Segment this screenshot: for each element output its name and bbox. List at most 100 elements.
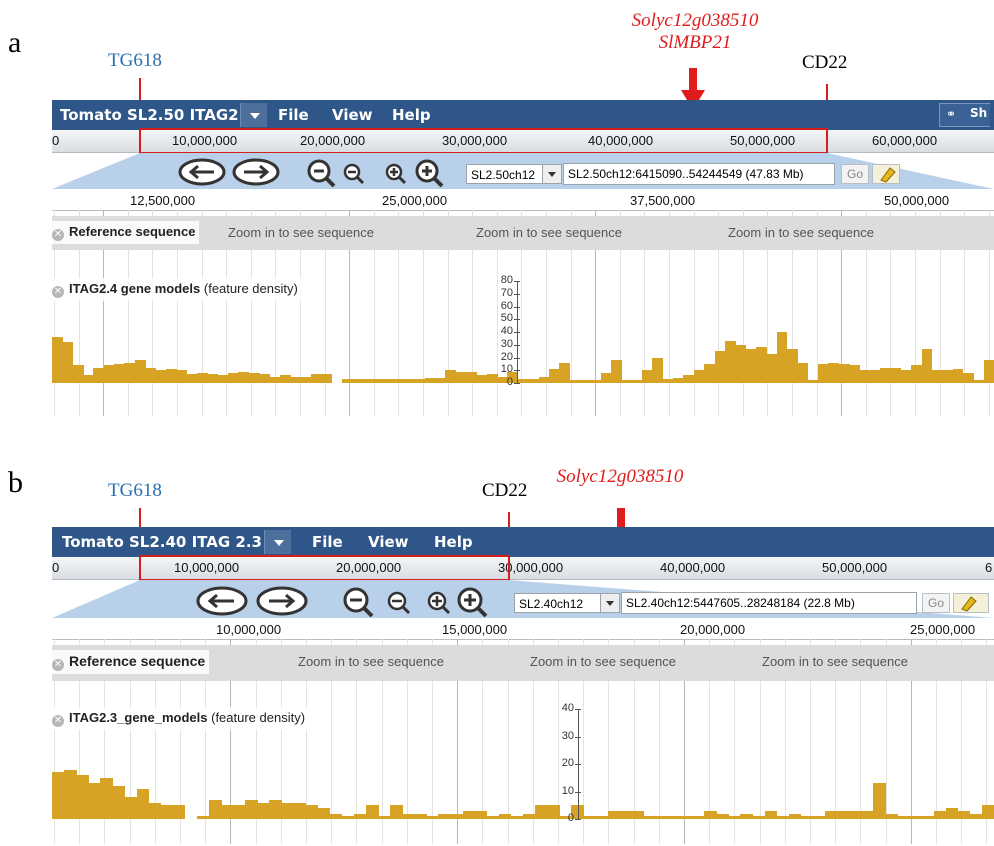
pan-left-button[interactable]: [178, 158, 226, 191]
zoom-out-large-icon[interactable]: [342, 586, 374, 623]
zoom-out-small-icon[interactable]: [386, 590, 412, 621]
close-icon[interactable]: ✕: [52, 229, 64, 241]
zoom-in-large-icon[interactable]: [414, 158, 444, 193]
y-tick-mark: [575, 736, 581, 738]
ruler-tick: 50,000,000: [822, 560, 888, 575]
y-tick-mark: [514, 383, 520, 384]
y-tick-mark: [514, 281, 520, 282]
density-bar: [631, 380, 643, 383]
detail-scale: 12,500,000 25,000,000 37,500,000 50,000,…: [52, 192, 994, 211]
density-bar: [911, 365, 923, 383]
close-icon[interactable]: ✕: [52, 715, 64, 727]
chevron-down-icon: [542, 165, 561, 183]
density-bar: [269, 799, 282, 819]
y-tick-label: 10: [561, 784, 574, 797]
density-bar: [942, 370, 954, 383]
density-bar: [548, 368, 560, 383]
density-bar: [450, 813, 464, 819]
zoom-in-large-icon[interactable]: [456, 586, 488, 623]
density-bar: [837, 810, 850, 819]
share-button[interactable]: ⚭ Sh: [939, 103, 990, 127]
density-bar: [93, 367, 105, 383]
density-bar: [740, 813, 753, 819]
chromosome-select[interactable]: SL2.40ch12: [514, 593, 620, 613]
marker-tg618-label: TG618: [108, 50, 162, 71]
location-input[interactable]: SL2.40ch12:5447605..28248184 (22.8 Mb): [621, 592, 917, 614]
density-bar: [962, 372, 974, 383]
y-tick-label: 20: [561, 757, 574, 769]
location-input[interactable]: SL2.50ch12:6415090..54244549 (47.83 Mb): [563, 163, 835, 185]
gene-track-label[interactable]: ✕ ITAG2.4 gene models (feature density): [52, 278, 302, 301]
density-bar: [861, 810, 874, 819]
ruler-tick: 40,000,000: [660, 560, 726, 575]
density-bar: [981, 805, 994, 819]
close-icon[interactable]: ✕: [52, 286, 64, 298]
density-bar: [952, 368, 964, 383]
menu-file[interactable]: File: [312, 533, 343, 551]
dataset-dropdown-icon[interactable]: [240, 103, 267, 127]
zoom-out-large-icon[interactable]: [306, 158, 336, 193]
density-bar: [217, 375, 229, 383]
density-bar: [498, 813, 512, 819]
density-bar: [595, 816, 609, 819]
density-bar: [176, 370, 188, 383]
density-bar: [818, 363, 829, 383]
highlight-button[interactable]: [953, 593, 989, 613]
reference-track-label[interactable]: ✕ Reference sequence: [52, 221, 200, 244]
density-bar: [462, 810, 476, 819]
density-bar: [683, 375, 695, 383]
go-button[interactable]: Go: [841, 164, 869, 184]
menu-view[interactable]: View: [368, 533, 409, 551]
menu-help[interactable]: Help: [434, 533, 473, 551]
density-bar: [466, 371, 477, 383]
y-tick-label: 10: [500, 363, 513, 376]
density-bar: [538, 376, 550, 383]
density-bar: [321, 374, 332, 383]
density-bar: [945, 808, 959, 819]
pan-left-button[interactable]: [196, 586, 248, 621]
density-bar: [207, 374, 219, 383]
menu-file[interactable]: File: [278, 106, 309, 124]
density-bar: [764, 810, 778, 819]
density-bar: [329, 813, 343, 819]
gene-track-label[interactable]: ✕ ITAG2.3_gene_models (feature density): [52, 707, 310, 730]
dataset-title[interactable]: Tomato SL2.50 ITAG2.4: [60, 106, 255, 124]
density-bar: [619, 810, 633, 819]
density-bar: [103, 365, 115, 383]
density-bar: [486, 816, 500, 819]
reference-track-label[interactable]: ✕ Reference sequence: [52, 650, 210, 674]
density-bar: [403, 379, 415, 383]
marker-cd22-label: CD22: [802, 52, 848, 73]
density-bar: [76, 775, 89, 819]
pan-right-button[interactable]: [232, 158, 280, 191]
dataset-dropdown-icon[interactable]: [264, 530, 291, 554]
y-tick-mark: [575, 709, 581, 710]
region-highlight-box: [139, 555, 510, 581]
density-bar: [145, 367, 156, 383]
chromosome-select[interactable]: SL2.50ch12: [466, 164, 562, 184]
zoom-in-small-icon[interactable]: [426, 590, 452, 621]
density-bar: [535, 805, 548, 819]
zoom-out-small-icon[interactable]: [342, 162, 366, 191]
density-bar: [281, 802, 295, 819]
y-tick-label: 60: [500, 299, 513, 312]
menu-view[interactable]: View: [332, 106, 373, 124]
density-bar: [569, 380, 581, 383]
density-bar: [797, 362, 809, 383]
zoom-in-small-icon[interactable]: [384, 162, 408, 191]
menu-help[interactable]: Help: [392, 106, 431, 124]
marker-tg618-label: TG618: [108, 480, 162, 501]
pan-right-button[interactable]: [256, 586, 308, 621]
density-bar: [245, 799, 258, 819]
density-bar: [372, 379, 384, 383]
close-icon[interactable]: ✕: [52, 659, 64, 671]
go-button[interactable]: Go: [922, 593, 950, 613]
highlight-button[interactable]: [872, 164, 900, 184]
density-bar: [148, 802, 162, 819]
gene-annotation: Solyc12g038510: [540, 466, 700, 488]
density-bar: [52, 337, 63, 383]
density-bar: [859, 370, 871, 383]
density-bar: [890, 367, 902, 383]
y-tick-label: 40: [561, 702, 574, 714]
dataset-title[interactable]: Tomato SL2.40 ITAG 2.3: [62, 533, 262, 551]
